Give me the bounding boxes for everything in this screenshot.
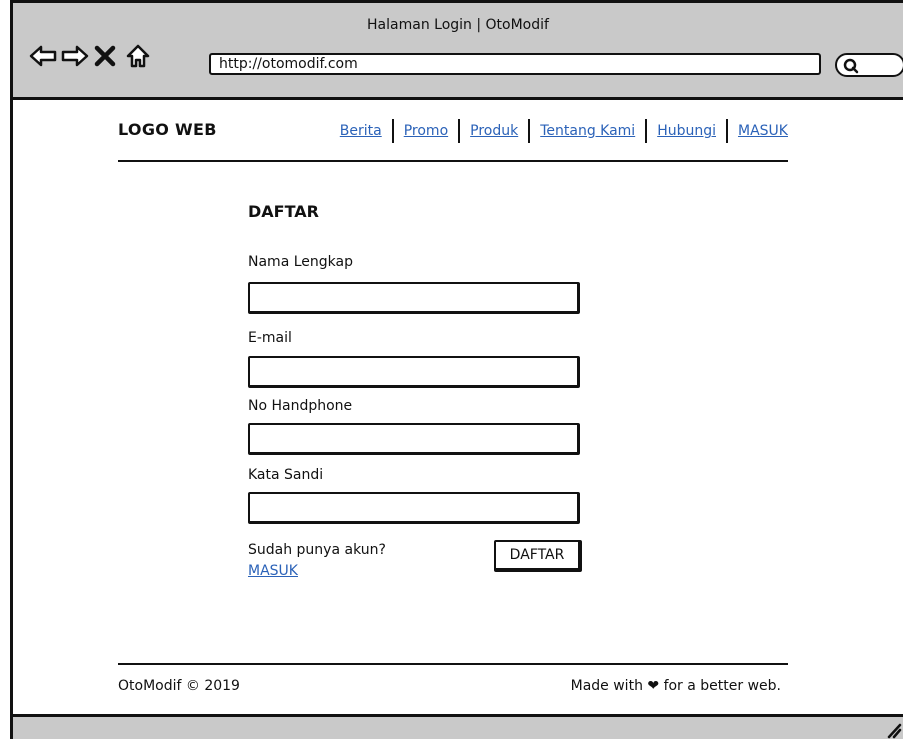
resize-grip-icon[interactable] [886, 719, 902, 739]
browser-search-button[interactable] [835, 53, 903, 77]
nav-link-promo[interactable]: Promo [394, 123, 458, 139]
email-input[interactable] [248, 356, 580, 388]
home-icon[interactable] [125, 43, 151, 69]
browser-nav-controls [29, 43, 151, 69]
phone-label: No Handphone [248, 398, 353, 414]
phone-input[interactable] [248, 423, 580, 455]
footer-divider [118, 663, 788, 665]
form-title: DAFTAR [248, 202, 319, 221]
password-label: Kata Sandi [248, 467, 324, 483]
nav-link-berita[interactable]: Berita [330, 123, 392, 139]
close-x-icon[interactable] [93, 43, 119, 69]
browser-toolbar: Halaman Login | OtoModif http://otomodif… [13, 0, 903, 100]
email-label: E-mail [248, 330, 292, 346]
site-header: LOGO WEB Berita Promo Produk Tentang Kam… [118, 118, 788, 162]
login-link[interactable]: MASUK [248, 563, 298, 579]
url-input[interactable]: http://otomodif.com [209, 53, 821, 75]
nav-link-hubungi[interactable]: Hubungi [647, 123, 726, 139]
full-name-input[interactable] [248, 282, 580, 314]
nav-link-masuk[interactable]: MASUK [728, 123, 788, 139]
browser-status-bar [13, 714, 903, 739]
footer-tagline: Made with ❤ for a better web. [570, 678, 781, 694]
nav-link-produk[interactable]: Produk [460, 123, 528, 139]
search-icon [843, 58, 859, 74]
browser-title: Halaman Login | OtoModif [367, 17, 549, 33]
full-name-label: Nama Lengkap [248, 254, 353, 270]
password-input[interactable] [248, 492, 580, 524]
site-logo[interactable]: LOGO WEB [118, 120, 217, 139]
back-arrow-icon[interactable] [29, 43, 57, 69]
forward-arrow-icon[interactable] [61, 43, 89, 69]
register-button[interactable]: DAFTAR [494, 540, 582, 572]
main-navigation: Berita Promo Produk Tentang Kami Hubungi… [330, 118, 788, 144]
footer-copyright: OtoModif © 2019 [118, 678, 240, 694]
nav-link-tentang-kami[interactable]: Tentang Kami [530, 123, 645, 139]
have-account-text: Sudah punya akun? [248, 542, 386, 558]
